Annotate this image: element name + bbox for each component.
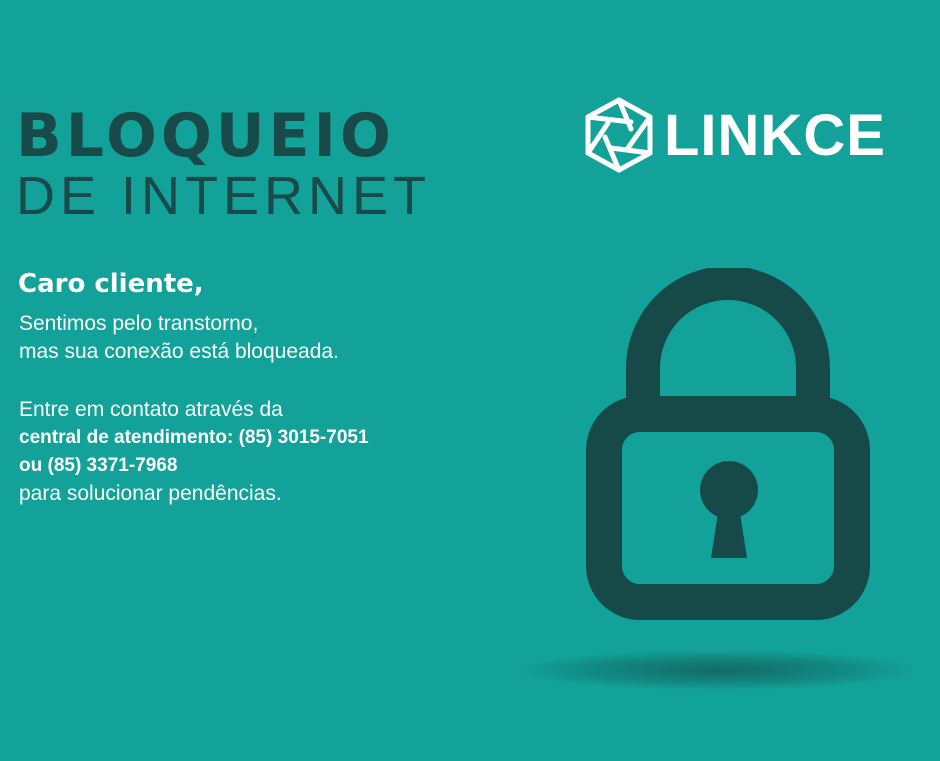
apology-message: Sentimos pelo transtorno, mas sua conexã… xyxy=(19,310,339,366)
contact-outro: para solucionar pendências. xyxy=(19,482,282,505)
hexagon-aperture-icon xyxy=(585,97,653,173)
page-title: BLOQUEIO DE INTERNET xyxy=(16,104,431,224)
apology-line-1: Sentimos pelo transtorno, xyxy=(19,312,259,335)
greeting: Caro cliente, xyxy=(18,269,204,299)
contact-message: Entre em contato através da central de a… xyxy=(19,396,369,508)
brand-logo: LINKCE xyxy=(584,96,886,174)
title-line-bloqueio: BLOQUEIO xyxy=(16,101,395,171)
lock-shadow xyxy=(520,650,915,690)
brand-name: LINKCE xyxy=(664,102,886,168)
contact-phone-2: ou (85) 3371-7968 xyxy=(19,455,178,476)
title-line-de-internet: DE INTERNET xyxy=(16,166,432,226)
contact-intro: Entre em contato através da xyxy=(19,398,283,421)
padlock-icon xyxy=(586,268,870,620)
contact-phone-1: central de atendimento: (85) 3015-7051 xyxy=(19,427,369,448)
apology-line-2: mas sua conexão está bloqueada. xyxy=(19,340,339,363)
